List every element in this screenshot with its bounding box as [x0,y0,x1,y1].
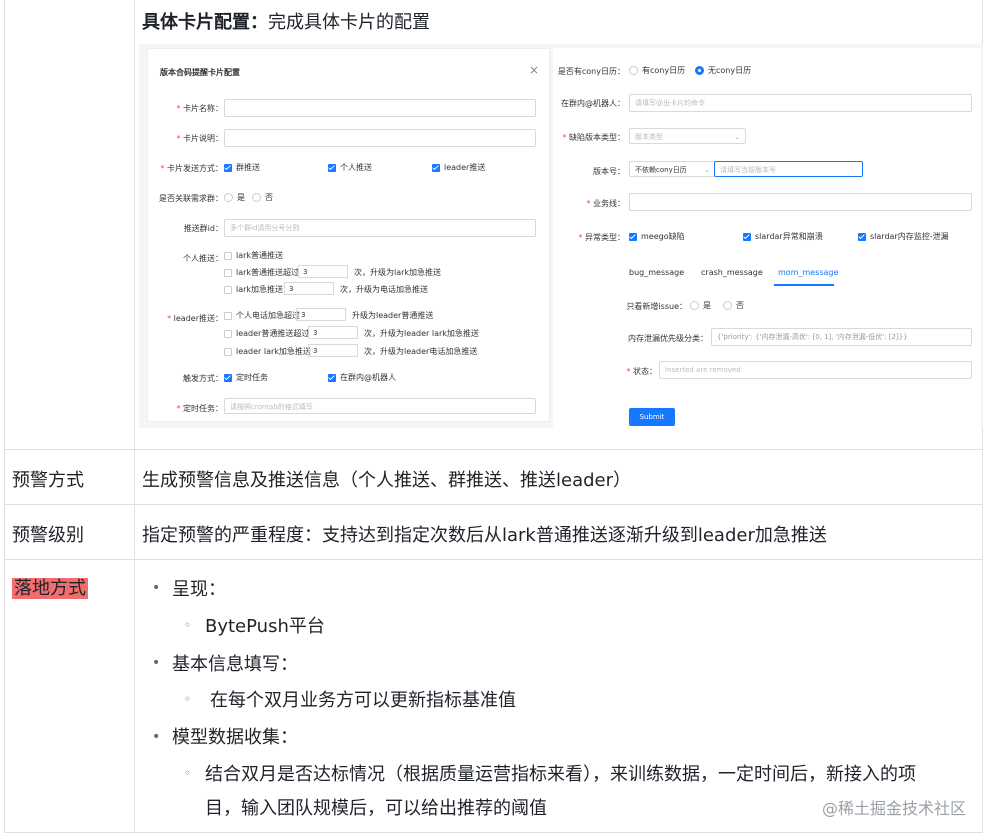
list-item: 基本信息填写： [172,654,298,675]
memory-priority-label: 内存泄漏优先级分类： [628,334,708,343]
personal-push-label: 个人推送： [183,254,223,263]
push-group-input[interactable]: 多个群id请用分号分割 [224,219,536,237]
link-group-no-radio[interactable]: 否 [252,192,273,203]
personal-lark-normal-escalate[interactable]: lark普通推送超过 [224,267,299,278]
leader-escalate-count-3[interactable]: 3 [308,344,358,357]
leader-escalate-text-1: 升级为leader普通推送 [352,311,434,320]
leader-normal-escalate[interactable]: leader普通推送超过 [224,328,309,339]
card-desc-label: * 卡片说明： [176,134,223,143]
leader-escalate-count-2[interactable]: 3 [308,326,358,339]
memory-priority-input[interactable]: {'priority': {'内存泄漏-高优': [0, 1], '内存泄漏-低… [711,328,972,346]
form-title: 版本合码提醒卡片配置 [160,68,240,77]
chevron-down-icon: ⌄ [734,133,740,141]
leader-escalate-text-2: 次，升级为leader lark加急推送 [364,329,479,338]
card-config-heading: 具体卡片配置：完成具体卡片的配置 [142,8,430,34]
cony-yes-radio[interactable]: 有cony日历 [629,65,685,76]
bullet-dot: • [152,580,161,596]
bullet-dot: • [152,655,161,671]
active-tab-indicator [774,284,834,286]
status-input[interactable]: Inserted are removed [659,361,972,379]
biz-line-input[interactable] [629,193,972,211]
list-item: 呈现： [172,579,226,600]
send-leader-checkbox[interactable]: leader推送 [432,162,485,173]
cony-label: 是否有cony日历： [557,67,625,76]
trigger-bot-checkbox[interactable]: 在群内@机器人 [328,372,396,383]
personal-escalate-count-2[interactable]: 3 [284,282,334,295]
personal-lark-normal[interactable]: lark普通推送 [224,250,283,261]
bot-command-label: 在群内@机器人： [561,99,625,108]
bot-command-input[interactable]: 请填写@出卡片的命令 [629,94,972,112]
leader-lark-urgent-escalate[interactable]: leader lark加急推送 [224,346,311,357]
bug-type-label: * 缺陷版本类型： [562,133,625,142]
heading-bold: 具体卡片配置： [142,12,268,33]
abnormal-slardar-crash-checkbox[interactable]: slardar异常和崩溃 [743,231,823,242]
row-divider [5,559,982,560]
abnormal-type-label: * 异常类型： [578,233,625,242]
abnormal-meego-checkbox[interactable]: meego缺陷 [629,231,685,242]
card-config-form: 版本合码提醒卡片配置 × * 卡片名称： * 卡片说明： * 卡片发送方式： 群… [147,48,550,422]
trigger-timer-checkbox[interactable]: 定时任务 [224,372,268,383]
send-group-checkbox[interactable]: 群推送 [224,162,260,173]
abnormal-slardar-memory-checkbox[interactable]: slardar内存监控-泄漏 [858,231,949,242]
tab-bug-message[interactable]: bug_message [629,268,684,277]
landing-mode-label: 落地方式 [12,578,88,599]
trigger-label: 触发方式： [183,374,223,383]
list-item-continuation: 目，输入团队规模后，可以给出推荐的阈值 [205,798,547,819]
bug-type-select[interactable]: 版本类型 ⌄ [629,128,746,144]
alert-level-label: 预警级别 [12,525,84,546]
column-divider-top [134,0,135,449]
cony-no-radio[interactable]: 无cony日历 [695,65,751,76]
site-watermark: @稀土掘金技术社区 [821,799,966,818]
bullet-circle: ◦ [184,766,192,780]
tab-crash-message[interactable]: crash_message [701,268,763,277]
row-divider [5,504,982,505]
status-label: * 状态： [626,367,657,376]
alert-level-text: 指定预警的严重程度：支持达到指定次数后从lark普通推送逐渐升级到leader加… [142,525,827,546]
only-new-yes-radio[interactable]: 是 [690,300,711,311]
bullet-circle: ◦ [184,692,192,706]
biz-line-label: * 业务线： [586,199,625,208]
alert-mode-text: 生成预警信息及推送信息（个人推送、群推送、推送leader） [142,470,632,491]
alert-config-form: 是否有cony日历： 有cony日历 无cony日历 在群内@机器人： 请填写@… [553,48,981,428]
personal-escalate-count-1[interactable]: 3 [298,265,348,278]
submit-button[interactable]: Submit [629,408,675,426]
card-name-label: * 卡片名称： [176,104,223,113]
close-icon[interactable]: × [529,63,539,77]
bullet-dot: • [152,729,161,745]
push-group-label: 推送群id： [183,224,223,233]
version-input[interactable]: 请填写当前版本号 [714,161,863,177]
timer-label: * 定时任务： [176,404,223,413]
personal-escalate-text-1: 次，升级为lark加急推送 [354,268,442,277]
list-item: 在每个双月业务方可以更新指标基准值 [210,690,516,711]
heading-text: 完成具体卡片的配置 [268,12,430,33]
tab-mom-message[interactable]: mom_message [778,268,838,277]
only-new-no-radio[interactable]: 否 [723,300,744,311]
leader-escalate-text-3: 次，升级为leader电话加急推送 [364,347,478,356]
list-item: 结合双月是否达标情况（根据质量运营指标来看），来训练数据，一定时间后，新接入的项 [205,764,916,785]
leader-push-label: * leader推送： [167,314,223,323]
leader-call-escalate[interactable]: 个人电话加急超过 [224,310,300,321]
send-mode-label: * 卡片发送方式： [160,164,223,173]
version-source-select[interactable]: 不依赖cony日历 ⌄ [629,161,715,177]
alert-mode-label: 预警方式 [12,470,84,491]
card-desc-input[interactable] [224,129,536,147]
row-divider [5,449,982,450]
leader-escalate-count-1[interactable]: 3 [296,308,346,321]
bullet-circle: ◦ [184,618,192,632]
chevron-down-icon: ⌄ [704,166,710,174]
only-new-issue-label: 只看新增issue： [626,302,687,311]
personal-lark-urgent-escalate[interactable]: lark加急推送 [224,284,283,295]
link-group-label: 是否关联需求群： [159,194,223,203]
personal-escalate-text-2: 次，升级为电话加急推送 [340,285,428,294]
list-item: 模型数据收集： [172,727,298,748]
link-group-yes-radio[interactable]: 是 [224,192,245,203]
column-divider [134,449,135,832]
version-label: 版本号： [593,167,625,176]
timer-input[interactable]: 请按照crontab的格式填写 [224,398,536,414]
send-personal-checkbox[interactable]: 个人推送 [328,162,372,173]
list-item: BytePush平台 [205,616,325,637]
card-name-input[interactable] [224,99,536,117]
